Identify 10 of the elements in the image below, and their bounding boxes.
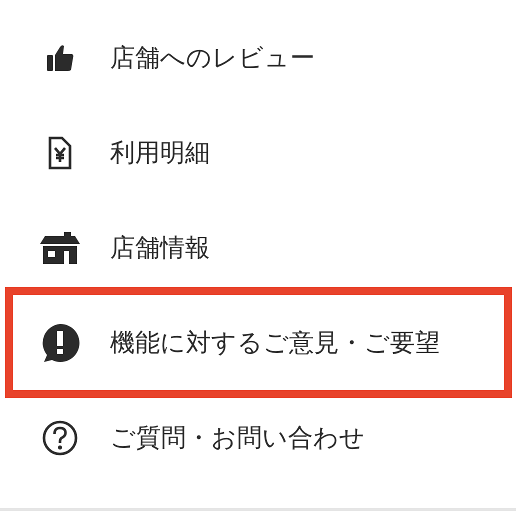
- exclamation-bubble-icon: [40, 322, 80, 362]
- menu-item[interactable]: 店舗情報: [13, 200, 504, 295]
- house-icon: [40, 232, 80, 264]
- menu-item[interactable]: 店舗へのレビュー: [13, 10, 504, 105]
- menu-item[interactable]: ご質問・お問い合わせ: [13, 390, 504, 485]
- document-yen-icon: [48, 136, 72, 170]
- thumbs-up-icon: [44, 42, 74, 72]
- help-icon: [42, 420, 78, 456]
- menu-item[interactable]: 利用明細: [13, 105, 504, 200]
- menu-item[interactable]: 機能に対するご意見・ご要望: [13, 295, 504, 390]
